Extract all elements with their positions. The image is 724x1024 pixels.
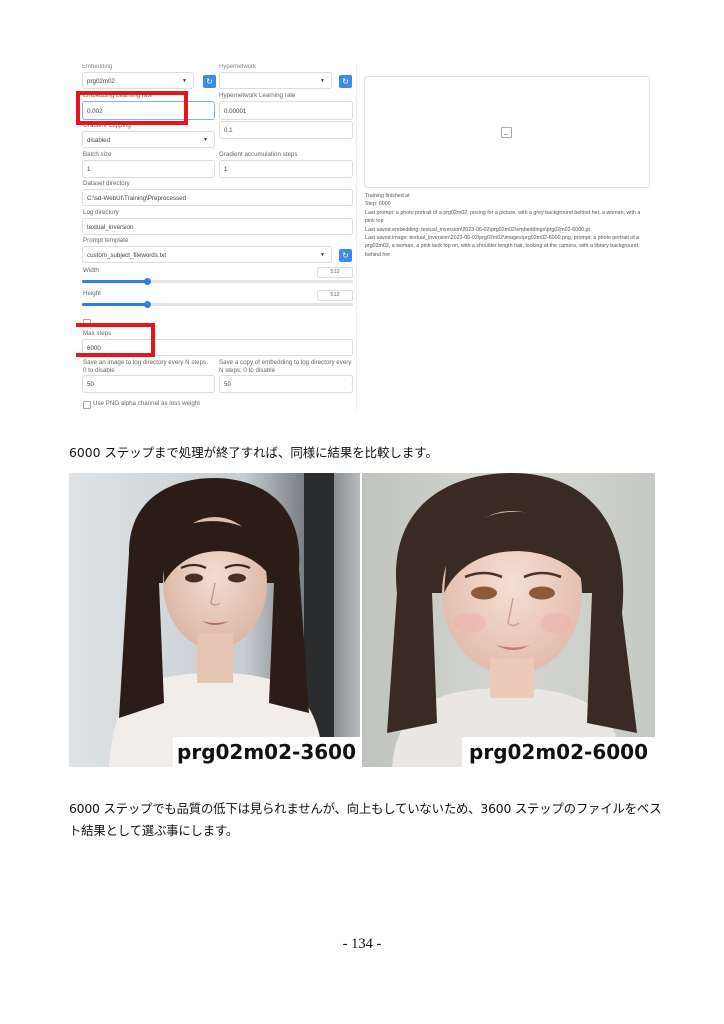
- chevron-down-icon: ▼: [320, 252, 325, 258]
- alpha-label: Use PNG alpha channel as loss weight: [93, 400, 200, 407]
- gradient-clipping-amount-input[interactable]: 0.1: [219, 121, 353, 139]
- hypernetwork-select[interactable]: ▼: [219, 72, 332, 89]
- prompt-template-value: custom_subject_filewords.txt: [87, 252, 167, 259]
- chevron-down-icon: ▼: [182, 78, 187, 84]
- height-value[interactable]: 512: [317, 290, 353, 301]
- portrait-6000: prg02m02-6000: [362, 473, 655, 767]
- prompt-template-label: Prompt template: [83, 237, 129, 244]
- log-step: Step: 6000: [365, 201, 391, 208]
- gradient-clipping-value: disabled: [87, 137, 111, 144]
- hypernetwork-label: Hypernetwork: [219, 64, 257, 70]
- save-embedding-input[interactable]: 50: [219, 375, 353, 393]
- save-image-input[interactable]: 50: [82, 375, 215, 393]
- height-slider[interactable]: [82, 301, 353, 308]
- grad-accum-label: Gradient accumulation steps: [219, 151, 298, 158]
- refresh-hypernetwork-icon[interactable]: ↻: [339, 75, 352, 88]
- width-slider-knob[interactable]: [144, 278, 151, 285]
- chevron-down-icon: ▼: [203, 137, 208, 143]
- batch-size-label: Batch size: [83, 151, 112, 158]
- dataset-dir-input[interactable]: C:\sd-WebUI\Training\Preprocessed: [82, 189, 353, 206]
- highlight-max-steps: [76, 323, 155, 357]
- width-label: Width: [83, 267, 99, 274]
- highlight-embedding-lr: [76, 91, 188, 125]
- training-settings-screenshot: Embedding Hypernetwork prg02m02 ▼ ↻ ▼ ↻ …: [76, 64, 652, 410]
- embedding-value: prg02m02: [87, 78, 115, 85]
- embedding-select[interactable]: prg02m02 ▼: [82, 72, 194, 89]
- log-last-embedding: Last saved embedding: textual_inversion\…: [365, 226, 590, 233]
- training-log: Training finished at Step: 6000 Last pro…: [365, 192, 650, 259]
- alpha-checkbox[interactable]: [83, 401, 91, 409]
- embedding-label: Embedding: [82, 64, 113, 70]
- log-last-prompt: Last prompt: a photo portrait of a prg02…: [365, 209, 641, 225]
- height-slider-fill: [82, 303, 146, 306]
- width-value[interactable]: 512: [317, 267, 353, 278]
- paragraph-2: 6000 ステップでも品質の低下は見られませんが、向上もしていないため、3600…: [69, 801, 662, 838]
- gradient-clipping-select[interactable]: disabled ▼: [82, 131, 215, 148]
- prompt-template-select[interactable]: custom_subject_filewords.txt ▼: [82, 246, 332, 263]
- caption-3600: prg02m02-3600: [173, 737, 360, 767]
- grad-accum-input[interactable]: 1: [219, 160, 353, 178]
- save-image-label: Save an image to log directory every N s…: [83, 359, 208, 374]
- width-slider[interactable]: [82, 278, 353, 285]
- height-slider-knob[interactable]: [144, 301, 151, 308]
- height-label: Height: [83, 290, 101, 297]
- page-number: - 134 -: [342, 936, 382, 952]
- save-embedding-label: Save a copy of embedding to log director…: [219, 359, 352, 374]
- image-placeholder-icon: [501, 127, 512, 138]
- batch-size-input[interactable]: 1: [82, 160, 215, 178]
- portrait-3600-image: [69, 473, 360, 767]
- hypernetwork-lr-label: Hypernetwork Learning rate: [219, 92, 296, 99]
- log-last-image: Last saved image: textual_inversion\2023…: [365, 235, 640, 258]
- chevron-down-icon: ▼: [320, 78, 325, 84]
- refresh-embedding-icon[interactable]: ↻: [203, 75, 216, 88]
- portrait-3600: prg02m02-3600: [69, 473, 360, 767]
- log-dir-label: Log directory: [83, 209, 119, 216]
- caption-6000: prg02m02-6000: [462, 737, 655, 767]
- log-dir-input[interactable]: textual_inversion: [82, 218, 353, 235]
- width-slider-fill: [82, 280, 146, 283]
- hypernetwork-lr-input[interactable]: 0.00001: [219, 101, 353, 120]
- column-divider: [356, 64, 357, 410]
- log-title: Training finished at: [365, 193, 410, 199]
- dataset-dir-label: Dataset directory: [83, 180, 130, 187]
- paragraph-1: 6000 ステップまで処理が終了すれば、同様に結果を比較します。: [69, 445, 438, 460]
- refresh-template-icon[interactable]: ↻: [339, 249, 352, 262]
- portrait-6000-image: [362, 473, 655, 767]
- output-image-panel: [364, 76, 650, 188]
